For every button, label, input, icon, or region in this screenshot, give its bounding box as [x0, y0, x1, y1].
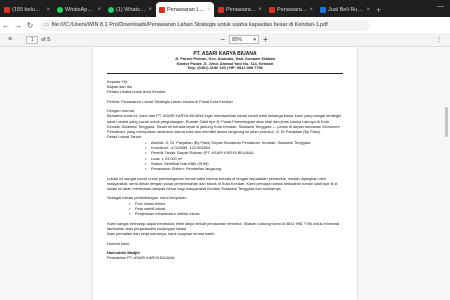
tab-title: Penawaran Lahan Str	[167, 6, 206, 13]
address-bar: ← → ↻ ▭ file:///C:/Users/WIN 8.1 Pro/Dow…	[0, 17, 450, 33]
browser-tab-gmail[interactable]: (155 belum dib ×	[1, 2, 53, 17]
browser-tab-pdf-2[interactable]: Penawaran Lahan S ×	[215, 2, 265, 17]
detail-list: • Alamat: Jl. Dr. Panjaitan (By Pass) Dep…	[145, 140, 343, 172]
scrollbar[interactable]	[445, 107, 448, 137]
minimize-icon[interactable]: —	[437, 3, 444, 10]
close-icon[interactable]: ×	[207, 7, 211, 13]
close-icon[interactable]: ×	[148, 7, 152, 13]
tab-title: WhatsApp | Beri	[65, 6, 95, 13]
back-icon[interactable]: ←	[0, 21, 12, 30]
header-divider	[107, 72, 343, 74]
browser-tab-rumah[interactable]: Jual Beli Rumah ×	[317, 2, 373, 17]
close-icon[interactable]: ×	[258, 7, 262, 13]
pdf-toolbar: ≡ 1 of 5 − 80% ▾ + ⋮	[0, 33, 450, 47]
signer-title: Perwakilan PT. ASARI KARYA BIUANA	[107, 255, 175, 261]
url-text: file:///C:/Users/WIN 8.1 Pro/Downloads/P…	[51, 22, 328, 28]
pdf-viewer[interactable]: PT. ASARI KARYA BIUANA Jl. Porosi Poleon…	[0, 47, 450, 300]
attachment-list: • Foto lokasi terkini • Peta satelit lokas…	[129, 201, 343, 217]
close-icon[interactable]: ×	[97, 7, 101, 13]
tab-title: Jual Beli Rumah	[328, 6, 365, 13]
url-field[interactable]: ▭ file:///C:/Users/WIN 8.1 Pro/Downloads…	[40, 19, 370, 31]
gmail-icon	[4, 6, 10, 13]
reload-icon[interactable]: ↻	[24, 21, 36, 30]
close-icon[interactable]: ×	[366, 7, 370, 13]
menu-icon[interactable]: ≡	[8, 36, 12, 43]
file-icon: ▭	[44, 22, 49, 28]
pdf-icon	[159, 6, 165, 13]
close-icon[interactable]: ×	[46, 7, 50, 13]
forward-icon[interactable]: →	[12, 21, 24, 30]
more-icon[interactable]: ⋮	[436, 36, 442, 43]
browser-tab-active[interactable]: Penawaran Lahan Str ×	[156, 2, 214, 17]
browser-tab-pdf-3[interactable]: Penawaran Lahan S ×	[266, 2, 316, 17]
zoom-select[interactable]: 80% ▾	[228, 35, 259, 44]
company-phone: Telp: (0401) 3190 100 | HP: 0812 998 779…	[187, 65, 263, 71]
tab-title: (1) WhatsApp	[116, 6, 147, 13]
page-number-input[interactable]: 1	[26, 35, 39, 44]
close-icon[interactable]: ×	[309, 7, 313, 13]
new-tab-icon[interactable]: +	[376, 5, 381, 15]
pdf-page: PT. ASARI KARYA BIUANA Jl. Porosi Poleon…	[93, 47, 357, 300]
browser-tab-strip: (155 belum dib × WhatsApp | Beri × (1) W…	[0, 0, 450, 17]
body-paragraph: Kami sangat berharap dapat berdiskusi le…	[107, 220, 340, 231]
pdf-icon	[269, 6, 275, 13]
zoom-out-button[interactable]: −	[220, 35, 225, 44]
whatsapp-icon	[57, 6, 63, 13]
page-total: of 5	[41, 36, 51, 43]
zoom-in-button[interactable]: +	[263, 35, 268, 44]
tab-title: Penawaran Lahan S	[226, 6, 256, 13]
pdf-icon	[218, 6, 224, 13]
body-paragraph: Bersama surat ini, kami dari PT. ASARI K…	[107, 113, 342, 135]
browser-tab-whatsapp-2[interactable]: (1) WhatsApp ×	[105, 2, 155, 17]
tab-title: (155 belum dib	[12, 6, 45, 13]
body-paragraph: Lokasi ini sangat cocok untuk pembanguna…	[107, 175, 338, 192]
tab-title: Penawaran Lahan S	[277, 6, 307, 13]
chevron-down-icon: ▾	[253, 36, 256, 43]
whatsapp-icon	[108, 6, 114, 13]
website-icon	[320, 6, 326, 13]
browser-tab-whatsapp-1[interactable]: WhatsApp | Beri ×	[54, 2, 104, 17]
zoom-value: 80%	[231, 36, 242, 43]
